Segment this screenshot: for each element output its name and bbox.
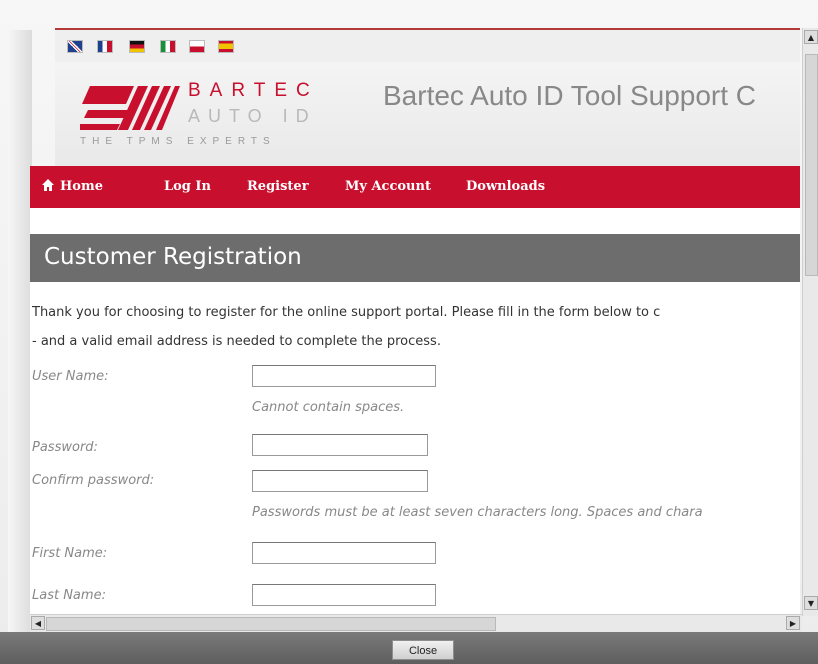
nav-my-account[interactable]: My Account (345, 179, 431, 194)
spain-flag-icon[interactable] (218, 40, 234, 53)
main-content: Customer Registration Thank you for choo… (30, 208, 800, 614)
scroll-right-icon[interactable]: ▶ (786, 616, 800, 630)
vertical-scroll-thumb[interactable] (805, 54, 818, 276)
confirm-password-label: Confirm password: (32, 473, 155, 488)
poland-flag-icon[interactable] (189, 40, 205, 53)
first-name-label: First Name: (32, 546, 108, 561)
confirm-password-input[interactable] (252, 470, 428, 492)
home-icon (42, 179, 54, 191)
close-button[interactable]: Close (392, 640, 454, 660)
bartec-logo-icon (80, 86, 180, 130)
intro-text-line1: Thank you for choosing to register for t… (32, 305, 661, 320)
username-label: User Name: (32, 369, 109, 384)
password-input[interactable] (252, 434, 428, 456)
password-label: Password: (32, 440, 98, 455)
page-title: Customer Registration (44, 244, 302, 270)
scroll-down-icon[interactable]: ▼ (804, 596, 818, 610)
last-name-input[interactable] (252, 584, 436, 606)
scroll-up-icon[interactable]: ▲ (804, 30, 818, 44)
username-hint: Cannot contain spaces. (252, 400, 405, 415)
germany-flag-icon[interactable] (129, 40, 145, 53)
product-name: AUTO ID (188, 106, 317, 126)
first-name-input[interactable] (252, 542, 436, 564)
last-name-label: Last Name: (32, 588, 106, 603)
intro-text-line2: - and a valid email address is needed to… (32, 334, 441, 349)
brand-name: BARTEC (188, 80, 319, 101)
uk-flag-icon[interactable] (67, 40, 83, 53)
france-flag-icon[interactable] (97, 40, 113, 53)
horizontal-scrollbar[interactable]: ◀ ▶ (30, 614, 802, 632)
language-bar (55, 28, 800, 64)
site-header: BARTEC AUTO ID THE TPMS EXPERTS Bartec A… (55, 62, 800, 166)
tagline: THE TPMS EXPERTS (80, 136, 276, 147)
scroll-left-icon[interactable]: ◀ (31, 616, 45, 630)
nav-home-label: Home (60, 179, 103, 194)
username-input[interactable] (252, 365, 436, 387)
nav-home[interactable]: Home (42, 179, 103, 194)
window-left-shade (8, 30, 32, 650)
nav-register[interactable]: Register (247, 179, 309, 194)
vertical-scrollbar[interactable]: ▲ ▼ (802, 28, 818, 616)
horizontal-scroll-thumb[interactable] (46, 617, 496, 631)
site-title: Bartec Auto ID Tool Support C (383, 80, 757, 111)
page-title-bar: Customer Registration (30, 234, 800, 282)
italy-flag-icon[interactable] (160, 40, 176, 53)
password-hint: Passwords must be at least seven charact… (252, 505, 703, 520)
nav-downloads[interactable]: Downloads (466, 179, 545, 194)
main-nav: Home Log In Register My Account Download… (30, 166, 800, 208)
nav-login[interactable]: Log In (164, 179, 211, 194)
dialog-footer: Close (0, 632, 818, 664)
